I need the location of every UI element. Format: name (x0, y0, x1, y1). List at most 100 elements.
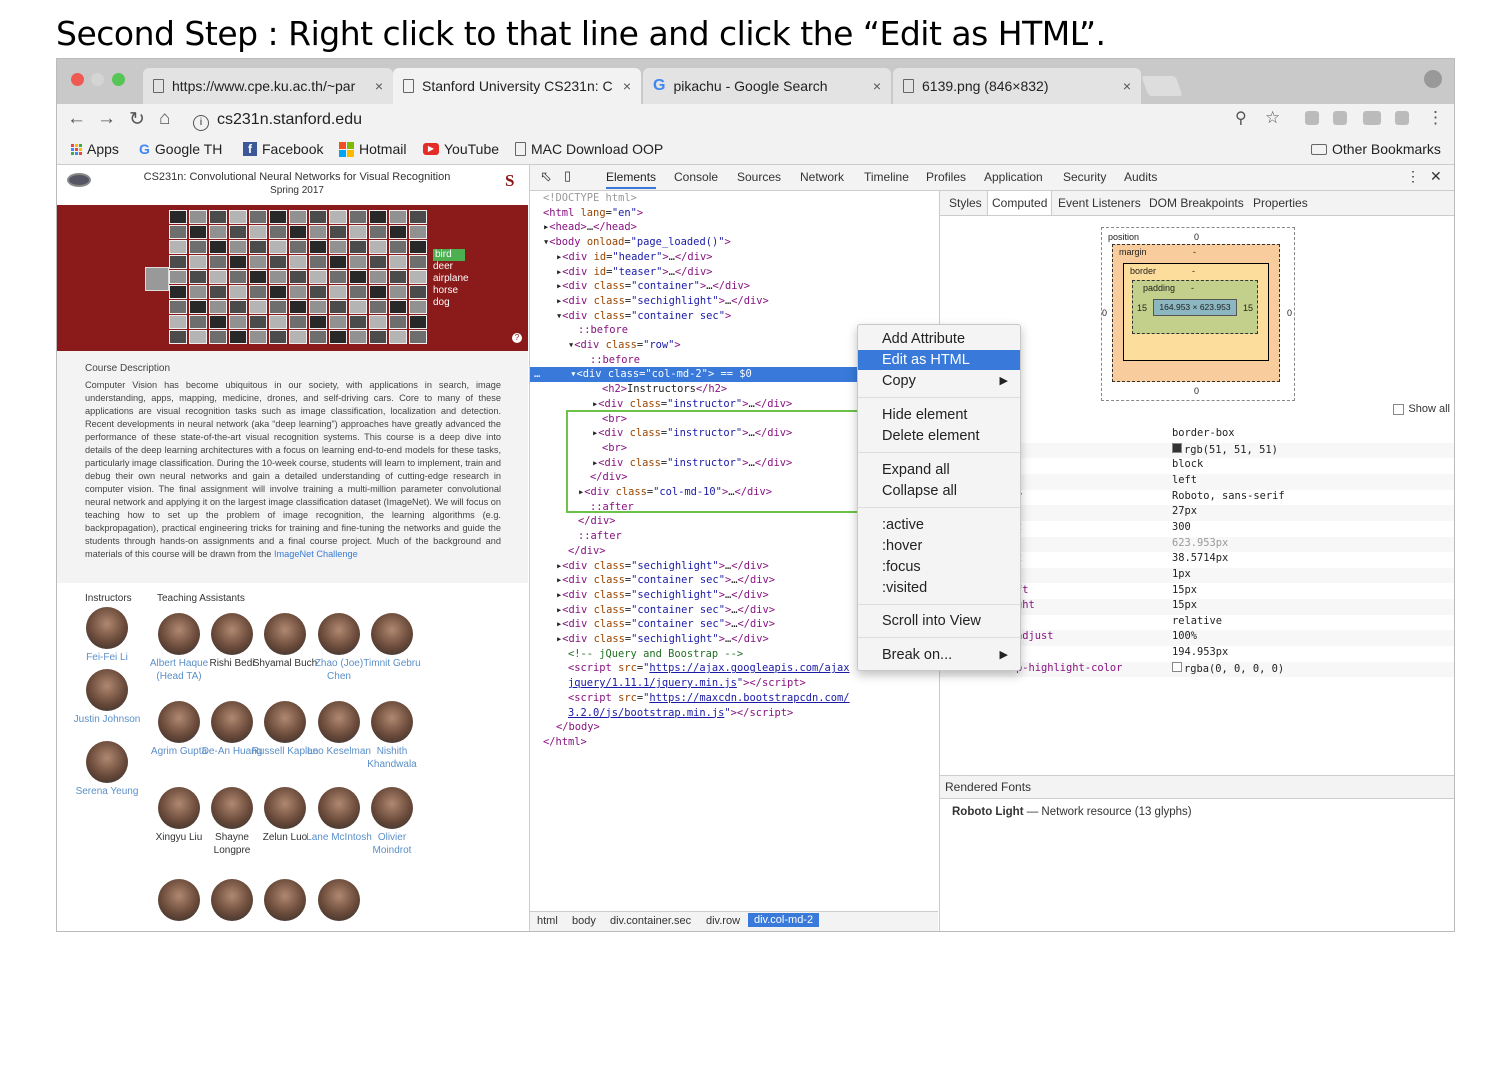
dom-node[interactable]: ▸<div class="container">…</div> (556, 279, 750, 294)
browser-tab[interactable]: 6139.png (846×832) × (893, 68, 1141, 104)
checkbox[interactable] (1393, 403, 1405, 415)
tab-dom-breakpoints[interactable]: DOM Breakpoints (1149, 196, 1244, 210)
dom-node[interactable]: 3.2.0/js/bootstrap.min.js"></script> (568, 706, 793, 721)
minimize-window-button[interactable] (91, 73, 104, 86)
dom-node[interactable]: ▸<div class="container sec">…</div> (556, 617, 775, 632)
forward-arrow-icon[interactable]: → (97, 108, 116, 130)
dom-node[interactable]: ::after (578, 529, 622, 544)
dom-node[interactable]: ::before (590, 353, 640, 368)
dom-node[interactable]: ▸<div class="sechighlight">…</div> (556, 294, 769, 309)
bookmark-other[interactable]: Other Bookmarks (1311, 141, 1441, 157)
star-icon[interactable]: ☆ (1265, 108, 1280, 128)
bookmark-youtube[interactable]: ▶ YouTube (423, 141, 499, 157)
tab-computed[interactable]: Computed (987, 191, 1053, 215)
menu-item-delete-element[interactable]: Delete element (858, 426, 1020, 446)
menu-item-copy[interactable]: Copy ▶ (858, 371, 1020, 391)
tab-styles[interactable]: Styles (949, 196, 982, 210)
close-window-button[interactable] (71, 73, 84, 86)
breadcrumb-item[interactable]: div.row (706, 915, 740, 927)
home-icon[interactable]: ⌂ (159, 108, 170, 130)
dom-node[interactable]: <html lang="en"> (543, 206, 643, 221)
dom-node[interactable]: </body> (556, 720, 600, 735)
show-all-toggle[interactable]: Show all (1393, 403, 1450, 415)
dom-node[interactable]: ::before (578, 323, 628, 338)
tab-profiles[interactable]: Profiles (926, 170, 966, 184)
extension-icon[interactable] (1305, 111, 1319, 125)
devtools-menu-icon[interactable]: ⋮ (1406, 168, 1420, 185)
tab-application[interactable]: Application (984, 170, 1043, 184)
dom-node[interactable]: ▸<div class="sechighlight">…</div> (556, 632, 769, 647)
dom-node[interactable]: ▸<div id="teaser">…</div> (556, 265, 712, 280)
menu-item-break-on[interactable]: Break on... ▶ (858, 645, 1020, 665)
menu-item-active[interactable]: :active (858, 515, 1020, 535)
menu-item-scroll-into-view[interactable]: Scroll into View (858, 611, 1020, 631)
bookmark-google[interactable]: G Google TH (139, 141, 222, 157)
dom-node[interactable]: </html> (543, 735, 587, 750)
dom-node[interactable]: </div> (568, 544, 606, 559)
device-toolbar-icon[interactable]: ▯ (564, 168, 571, 184)
dom-node[interactable]: <script src="https://ajax.googleapis.com… (568, 661, 850, 676)
tab-sources[interactable]: Sources (737, 170, 781, 184)
breadcrumb-item[interactable]: body (572, 915, 596, 927)
menu-icon[interactable]: ⋮ (1427, 108, 1444, 128)
dom-node[interactable]: ▸<div class="sechighlight">…</div> (556, 588, 769, 603)
menu-item-hide-element[interactable]: Hide element (858, 405, 1020, 425)
close-tab-icon[interactable]: × (375, 78, 383, 94)
new-tab-button[interactable] (1141, 76, 1183, 96)
ebay-extension-icon[interactable] (1363, 111, 1381, 125)
address-bar[interactable]: i cs231n.stanford.edu (193, 111, 362, 131)
tab-timeline[interactable]: Timeline (864, 170, 909, 184)
tab-properties[interactable]: Properties (1253, 196, 1308, 210)
menu-item-hover[interactable]: :hover (858, 536, 1020, 556)
bookmark-mac-download[interactable]: MAC Download OOP (515, 141, 663, 157)
imagenet-link[interactable]: ImageNet Challenge (274, 549, 358, 559)
close-tab-icon[interactable]: × (873, 78, 881, 94)
tab-event-listeners[interactable]: Event Listeners (1058, 196, 1141, 210)
dom-node[interactable]: <!-- jQuery and Boostrap --> (568, 647, 743, 662)
profile-icon[interactable] (1424, 70, 1442, 88)
bookmark-apps[interactable]: Apps (71, 141, 119, 157)
dom-node[interactable]: ▸<head>…</head> (543, 220, 637, 235)
extension-icon[interactable] (1395, 111, 1409, 125)
reload-icon[interactable]: ↻ (129, 108, 145, 131)
dom-node[interactable]: <h2>Instructors</h2> (602, 382, 727, 397)
dom-node[interactable]: <!DOCTYPE html> (543, 191, 637, 206)
breadcrumb-item[interactable]: html (537, 915, 558, 927)
close-tab-icon[interactable]: × (623, 78, 631, 94)
tab-security[interactable]: Security (1063, 170, 1106, 184)
tab-network[interactable]: Network (800, 170, 844, 184)
menu-item-visited[interactable]: :visited (858, 578, 1020, 598)
browser-tab-active[interactable]: Stanford University CS231n: C × (393, 68, 641, 104)
dom-node[interactable]: ▸<div class="sechighlight">…</div> (556, 559, 769, 574)
help-icon[interactable]: ? (512, 333, 522, 343)
dom-node[interactable]: ▸<div id="header">…</div> (556, 250, 712, 265)
dom-node[interactable]: ▸<div class="container sec">…</div> (556, 573, 775, 588)
tab-audits[interactable]: Audits (1124, 170, 1157, 184)
zoom-icon[interactable]: ⚲ (1235, 108, 1247, 128)
breadcrumb-item[interactable]: div.container.sec (610, 915, 691, 927)
color-swatch-icon[interactable] (1172, 442, 1182, 453)
dom-node[interactable]: <script src="https://maxcdn.bootstrapcdn… (568, 691, 850, 706)
dom-node[interactable]: ▾<div class="row"> (568, 338, 681, 353)
browser-tab[interactable]: G pikachu - Google Search × (643, 68, 891, 104)
tab-elements[interactable]: Elements (606, 170, 657, 189)
back-arrow-icon[interactable]: ← (67, 108, 86, 130)
close-devtools-icon[interactable]: ✕ (1430, 168, 1442, 185)
breadcrumb-item-active[interactable]: div.col-md-2 (748, 913, 820, 927)
inspect-element-icon[interactable]: ⬁ (540, 168, 552, 185)
menu-item-collapse-all[interactable]: Collapse all (858, 481, 1020, 501)
menu-item-focus[interactable]: :focus (858, 557, 1020, 577)
dom-node[interactable]: </div> (578, 514, 616, 529)
menu-item-expand-all[interactable]: Expand all (858, 460, 1020, 480)
bookmark-hotmail[interactable]: Hotmail (339, 141, 406, 157)
menu-item-add-attribute[interactable]: Add Attribute (858, 329, 1020, 349)
dom-node[interactable]: jquery/1.11.1/jquery.min.js"></script> (568, 676, 806, 691)
dom-node[interactable]: ▸<div class="container sec">…</div> (556, 603, 775, 618)
extension-icon[interactable] (1333, 111, 1347, 125)
dom-node[interactable]: ▾<body onload="page_loaded()"> (543, 235, 731, 250)
tab-console[interactable]: Console (674, 170, 718, 184)
close-tab-icon[interactable]: × (1123, 78, 1131, 94)
maximize-window-button[interactable] (112, 73, 125, 86)
menu-item-edit-as-html[interactable]: Edit as HTML (858, 350, 1020, 370)
color-swatch-icon[interactable] (1172, 661, 1182, 672)
